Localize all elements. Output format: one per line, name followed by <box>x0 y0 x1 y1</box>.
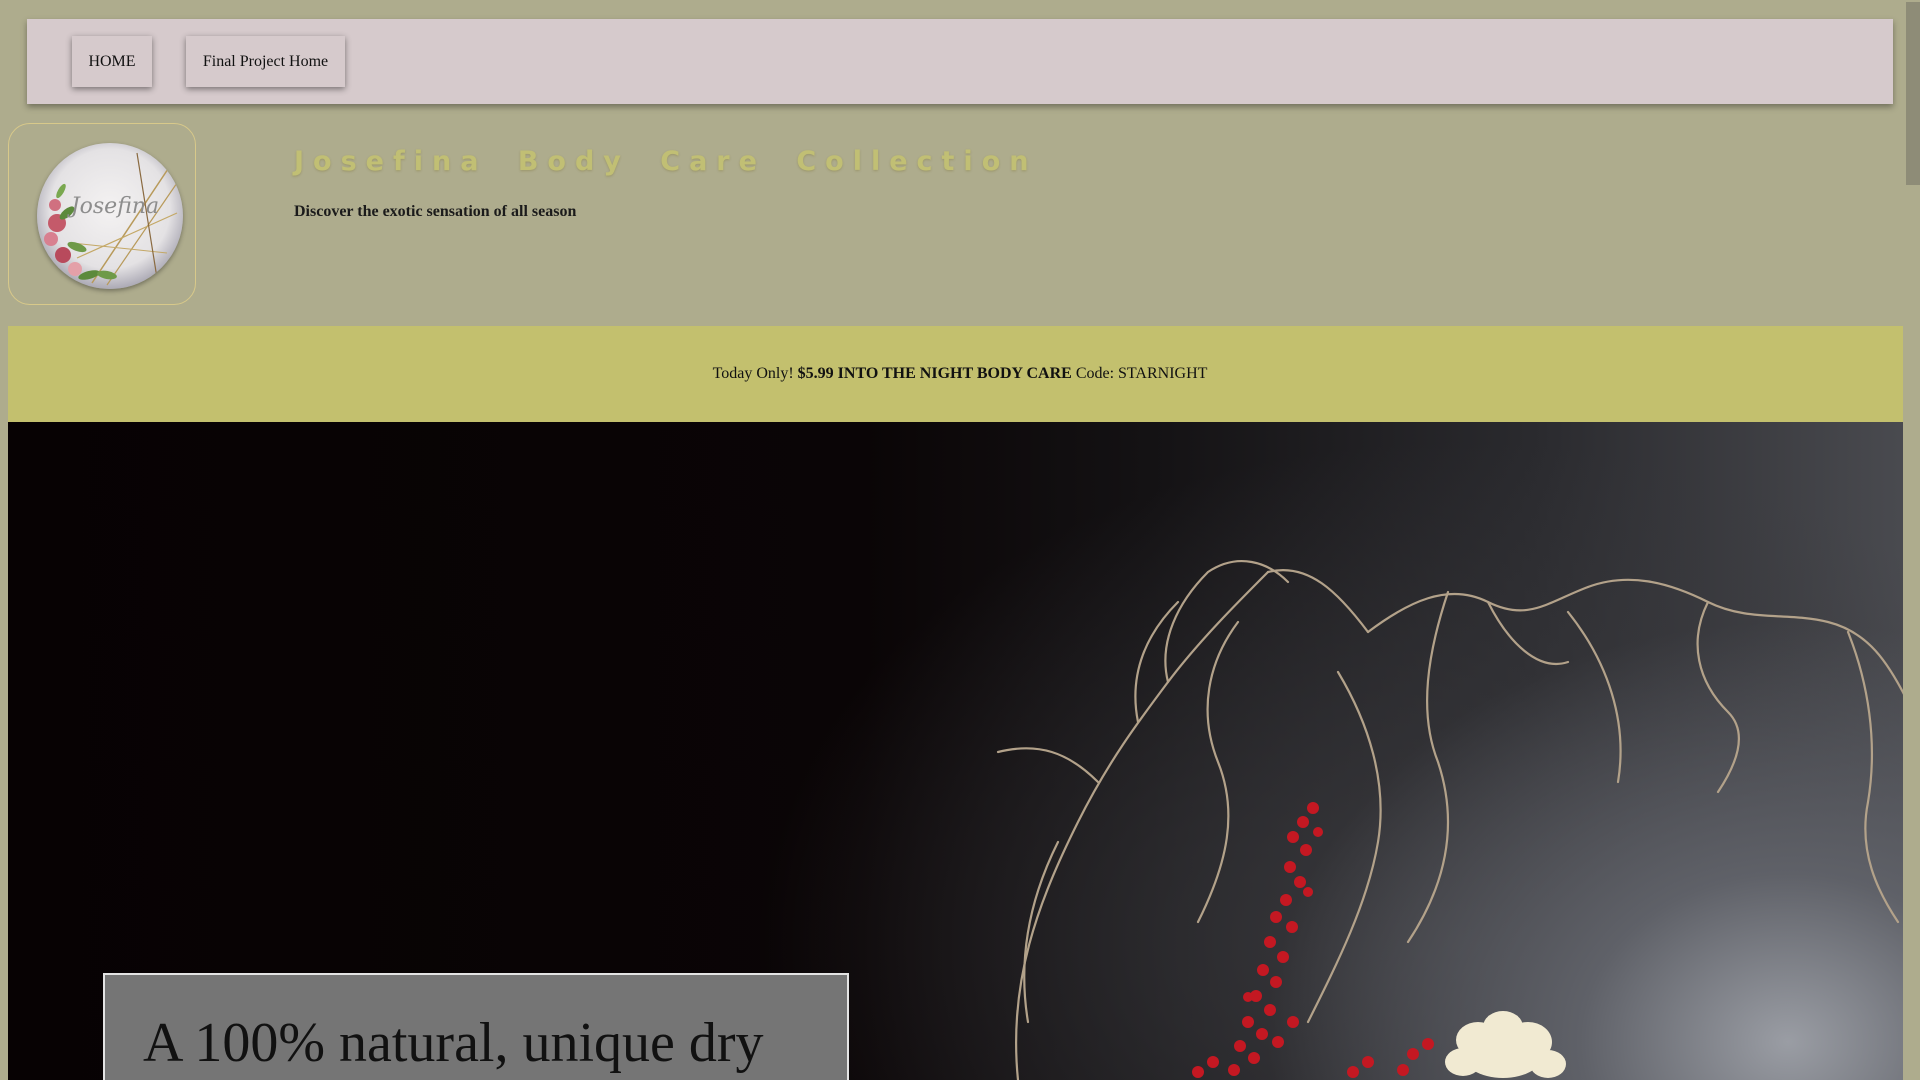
floral-wreath-icon: Josefina <box>41 152 178 286</box>
tagline: Discover the exotic sensation of all sea… <box>294 203 577 220</box>
hero-section: A 100% natural, unique dry <box>8 422 1912 1080</box>
brand-title: Josefina Body Care Collection <box>294 146 1038 177</box>
brand-logo[interactable]: Josefina <box>37 143 183 289</box>
scrollbar-thumb[interactable] <box>1906 2 1920 185</box>
page: HOME Final Project Home Josefina Josefin… <box>0 0 1920 1080</box>
final-project-home-button[interactable]: Final Project Home <box>186 36 345 87</box>
page-scrollbar[interactable] <box>1903 0 1920 1080</box>
top-navbar: HOME Final Project Home <box>27 19 1893 104</box>
promo-highlight: $5.99 INTO THE NIGHT BODY CARE <box>797 365 1072 382</box>
promo-prefix: Today Only! <box>712 365 794 382</box>
logo-frame[interactable]: Josefina <box>8 123 196 305</box>
svg-text:Josefina: Josefina <box>67 194 159 219</box>
home-button[interactable]: HOME <box>72 36 152 87</box>
promo-code: Code: STARNIGHT <box>1075 365 1208 382</box>
hero-heading: A 100% natural, unique dry <box>143 1012 764 1074</box>
hero-text-card: A 100% natural, unique dry <box>103 973 849 1080</box>
promo-banner: Today Only! $5.99 INTO THE NIGHT BODY CA… <box>8 326 1912 422</box>
